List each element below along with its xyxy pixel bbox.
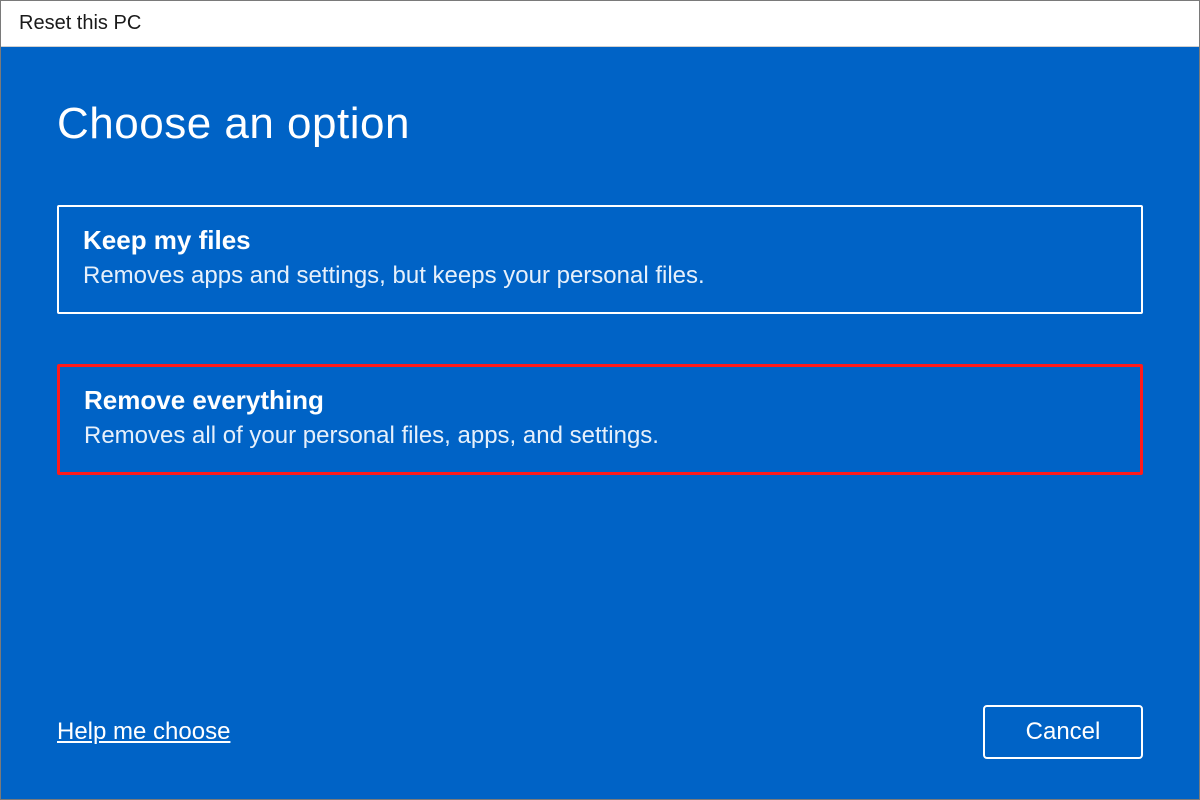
cancel-button[interactable]: Cancel (983, 705, 1143, 759)
option-description: Removes all of your personal files, apps… (84, 422, 1116, 450)
dialog-footer: Help me choose Cancel (57, 705, 1143, 759)
dialog-content: Choose an option Keep my files Removes a… (1, 47, 1199, 799)
window-title: Reset this PC (19, 12, 141, 35)
option-description: Removes apps and settings, but keeps you… (83, 262, 1117, 290)
page-heading: Choose an option (57, 99, 1143, 149)
help-me-choose-link[interactable]: Help me choose (57, 718, 230, 746)
option-title: Remove everything (84, 385, 1116, 416)
option-keep-my-files[interactable]: Keep my files Removes apps and settings,… (57, 205, 1143, 314)
title-bar: Reset this PC (1, 1, 1199, 47)
option-remove-everything[interactable]: Remove everything Removes all of your pe… (57, 364, 1143, 475)
option-title: Keep my files (83, 225, 1117, 256)
reset-pc-dialog: Reset this PC Choose an option Keep my f… (0, 0, 1200, 800)
